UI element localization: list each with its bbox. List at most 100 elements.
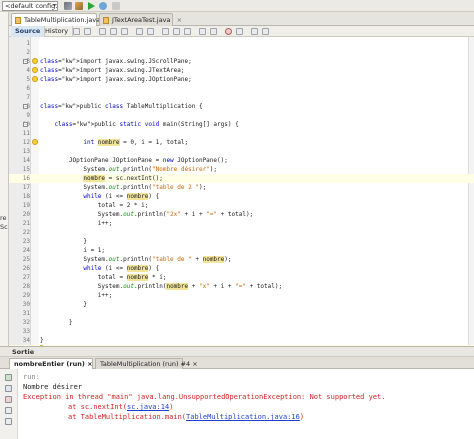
next-bookmark-icon[interactable] [173, 28, 180, 35]
uncomment-icon[interactable] [262, 28, 269, 35]
output-tab-label: TableMultiplication (run) #4 [100, 360, 191, 368]
code-line[interactable]: 19 total = 2 * i; [9, 201, 474, 210]
code-line[interactable]: 24 i = 1; [9, 246, 474, 255]
search-icon[interactable] [99, 28, 106, 35]
record-macro-icon[interactable] [225, 28, 232, 35]
stack-link[interactable]: sc.java:14 [127, 403, 169, 411]
code-line[interactable]: 12 int nombre = 0, i = 1, total; [9, 138, 474, 147]
code-line[interactable]: 31 [9, 309, 474, 318]
fold-toggle-icon[interactable]: − [23, 104, 28, 109]
code-line[interactable]: 6 [9, 84, 474, 93]
code-line[interactable]: 5 class="kw">import javax.swing.JOptionPa… [9, 75, 474, 84]
forward-icon[interactable] [84, 28, 91, 35]
code-line[interactable]: 21 i++; [9, 219, 474, 228]
code-line[interactable]: 13 [9, 147, 474, 156]
debug-icon[interactable] [99, 2, 107, 10]
build-icon[interactable] [64, 2, 72, 10]
hint-lightbulb-icon[interactable] [32, 67, 38, 73]
output-console[interactable]: run: Nombre désirer Exception in thread … [0, 369, 474, 439]
clean-build-icon[interactable] [75, 2, 83, 10]
chevron-down-icon[interactable]: ▾ [53, 2, 56, 10]
code-line[interactable]: 8− class="kw">public class TableMultiplic… [9, 102, 474, 111]
code-text: System.out.println("table de " + nombre)… [40, 256, 232, 263]
code-line[interactable]: 3− class="kw">import javax.swing.JScrollP… [9, 57, 474, 66]
code-line[interactable]: 23 } [9, 237, 474, 246]
code-line[interactable]: 26 while (i <= nombre) { [9, 264, 474, 273]
run-icon[interactable] [88, 2, 95, 10]
stack-prefix: at TableMultiplication.main( [68, 413, 187, 421]
close-icon[interactable]: × [87, 360, 92, 368]
editor-toolbar: Source History [9, 26, 474, 37]
code-line[interactable]: 10− class="kw">public static void main(S… [9, 120, 474, 129]
output-tab-nombreentier[interactable]: nombreEntier (run) × [9, 358, 93, 369]
line-number: 13 [22, 148, 30, 155]
code-text: class="kw">import javax.swing.JOptionPan… [40, 76, 192, 83]
line-number: 21 [22, 220, 30, 227]
code-line[interactable]: 22 [9, 228, 474, 237]
profile-icon[interactable] [112, 2, 120, 10]
line-number: 19 [22, 202, 30, 209]
output-tab-tablemultiplication[interactable]: TableMultiplication (run) #4 × [95, 358, 198, 369]
close-icon[interactable]: × [192, 360, 197, 368]
previous-bookmark-icon[interactable] [162, 28, 169, 35]
code-line[interactable]: 34} [9, 336, 474, 345]
code-line[interactable]: 2 [9, 48, 474, 57]
code-line[interactable]: 27 total = nombre * i; [9, 273, 474, 282]
code-text: } [40, 301, 87, 308]
editor-tabs: TableMultiplication.java × JTextAreaTest… [9, 12, 474, 27]
tab-label: JTextAreaTest.java [112, 16, 171, 24]
stack-link[interactable]: TableMultiplication.java:16 [186, 413, 300, 421]
line-number: 27 [22, 274, 30, 281]
config-dropdown[interactable]: <default config> ▾ [2, 1, 58, 11]
code-line[interactable]: 33 [9, 327, 474, 336]
hint-lightbulb-icon[interactable] [32, 139, 38, 145]
comment-icon[interactable] [251, 28, 258, 35]
fold-toggle-icon[interactable]: − [23, 59, 28, 64]
hint-lightbulb-icon[interactable] [32, 58, 38, 64]
stop-macro-icon[interactable] [236, 28, 243, 35]
code-line[interactable]: 30 } [9, 300, 474, 309]
history-tab[interactable]: History [41, 26, 74, 37]
shift-left-icon[interactable] [199, 28, 206, 35]
toggle-bookmark-icon[interactable] [184, 28, 191, 35]
code-line[interactable]: 4 class="kw">import javax.swing.JTextArea… [9, 66, 474, 75]
code-line[interactable]: 25 System.out.println("table de " + nomb… [9, 255, 474, 264]
fold-toggle-icon[interactable]: − [23, 122, 28, 127]
toggle-highlight-icon[interactable] [136, 28, 143, 35]
code-line[interactable]: 32 } [9, 318, 474, 327]
code-line[interactable]: 29 i++; [9, 291, 474, 300]
code-line[interactable]: 1 [9, 39, 474, 48]
hint-lightbulb-icon[interactable] [32, 76, 38, 82]
code-editor[interactable]: 1 2 3− class="kw">import javax.swing.JScrol… [9, 37, 474, 346]
line-number: 5 [26, 76, 30, 83]
code-line[interactable]: 9 [9, 111, 474, 120]
rerun-icon[interactable] [5, 374, 12, 381]
output-line-prompt: Nombre désirer [23, 383, 83, 391]
tab-tablemultiplication[interactable]: TableMultiplication.java × [11, 13, 112, 27]
settings-icon[interactable] [5, 407, 12, 414]
close-icon[interactable]: × [177, 16, 182, 24]
code-line[interactable]: 28 System.out.println(nombre + "x" + i +… [9, 282, 474, 291]
code-line[interactable]: 18 while (i <= nombre) { [9, 192, 474, 201]
shift-right-icon[interactable] [210, 28, 217, 35]
back-icon[interactable] [73, 28, 80, 35]
code-line[interactable]: 7 [9, 93, 474, 102]
code-line[interactable]: 15 System.out.println("Nombre désirer"); [9, 165, 474, 174]
line-number: 2 [26, 49, 30, 56]
clear-output-icon[interactable] [5, 418, 12, 425]
line-number: 4 [26, 67, 30, 74]
code-line[interactable]: 16 nombre = sc.nextInt(); [9, 174, 474, 183]
tab-jtextareatest[interactable]: JTextAreaTest.java × [99, 13, 182, 26]
stop-icon[interactable] [5, 396, 12, 403]
find-next-icon[interactable] [121, 28, 128, 35]
code-line[interactable]: 14 JOptionPane JOptionPane = new JOption… [9, 156, 474, 165]
code-line[interactable]: 11 [9, 129, 474, 138]
code-line[interactable]: 20 System.out.println("2x" + i + "=" + t… [9, 210, 474, 219]
code-line[interactable]: 17 System.out.println("table de 2 "); [9, 183, 474, 192]
rerun-with-options-icon[interactable] [5, 385, 12, 392]
rectangular-select-icon[interactable] [147, 28, 154, 35]
code-text: i++; [40, 292, 113, 299]
line-number: 24 [22, 247, 30, 254]
code-text: class="kw">import javax.swing.JTextArea; [40, 67, 185, 74]
find-previous-icon[interactable] [110, 28, 117, 35]
